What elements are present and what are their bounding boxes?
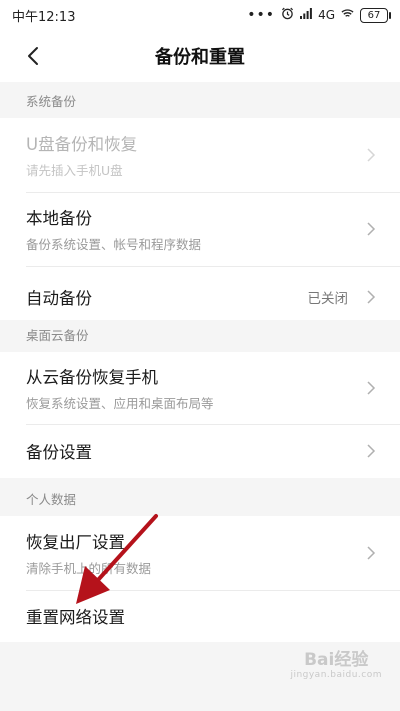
back-arrow-icon[interactable] [22,44,46,68]
row-subtitle: 恢复系统设置、应用和桌面布局等 [26,396,214,411]
wifi-icon [341,8,354,22]
row-subtitle: 请先插入手机U盘 [26,163,123,178]
row-title: U盘备份和恢复 [26,135,138,154]
row-title: 备份设置 [26,443,92,462]
chevron-right-icon [367,290,376,304]
card-personal-data: 恢复出厂设置 清除手机上的所有数据 重置网络设置 [0,516,400,642]
page-title: 备份和重置 [155,47,245,68]
status-bar: 中午12:13 ••• 4G 67 [0,0,400,30]
row-restore-from-cloud[interactable]: 从云备份恢复手机 恢复系统设置、应用和桌面布局等 [0,352,400,424]
row-backup-settings[interactable]: 备份设置 [0,424,400,478]
chevron-right-icon [367,381,376,395]
section-label-system-backup: 系统备份 [0,86,400,118]
row-title: 从云备份恢复手机 [26,368,158,387]
baidu-watermark: Bai经验 jingyan.baidu.com [290,650,382,681]
card-cloud-backup: 从云备份恢复手机 恢复系统设置、应用和桌面布局等 备份设置 [0,352,400,478]
row-factory-reset[interactable]: 恢复出厂设置 清除手机上的所有数据 [0,516,400,590]
signal-bars-icon [300,8,312,22]
watermark-url: jingyan.baidu.com [290,670,382,681]
battery-indicator: 67 [360,7,391,23]
row-subtitle: 备份系统设置、帐号和程序数据 [26,237,202,252]
section-label-personal-data: 个人数据 [0,484,400,516]
card-system-backup: U盘备份和恢复 请先插入手机U盘 本地备份 备份系统设置、帐号和程序数据 自动备… [0,118,400,328]
auto-backup-status: 已关闭 [307,291,349,307]
row-title: 本地备份 [26,209,92,228]
row-auto-backup[interactable]: 自动备份 已关闭 [0,266,400,328]
alarm-icon [281,7,294,23]
signal-dots: ••• [247,7,276,23]
chevron-right-icon [367,148,376,162]
chevron-right-icon [367,546,376,560]
status-time: 中午12:13 [12,9,76,25]
row-title: 重置网络设置 [26,608,125,627]
row-reset-network-settings[interactable]: 重置网络设置 [0,590,400,642]
network-type: 4G [318,8,335,22]
chevron-right-icon [367,444,376,458]
status-icons: ••• 4G 67 [247,7,391,23]
row-title: 恢复出厂设置 [26,533,125,552]
app-header: 备份和重置 [0,30,400,82]
row-subtitle: 清除手机上的所有数据 [26,561,152,576]
row-local-backup[interactable]: 本地备份 备份系统设置、帐号和程序数据 [0,192,400,266]
chevron-right-icon [367,222,376,236]
section-label-cloud-backup: 桌面云备份 [0,320,400,352]
watermark-logo: Bai经验 [304,650,369,670]
row-usb-backup-restore[interactable]: U盘备份和恢复 请先插入手机U盘 [0,118,400,192]
